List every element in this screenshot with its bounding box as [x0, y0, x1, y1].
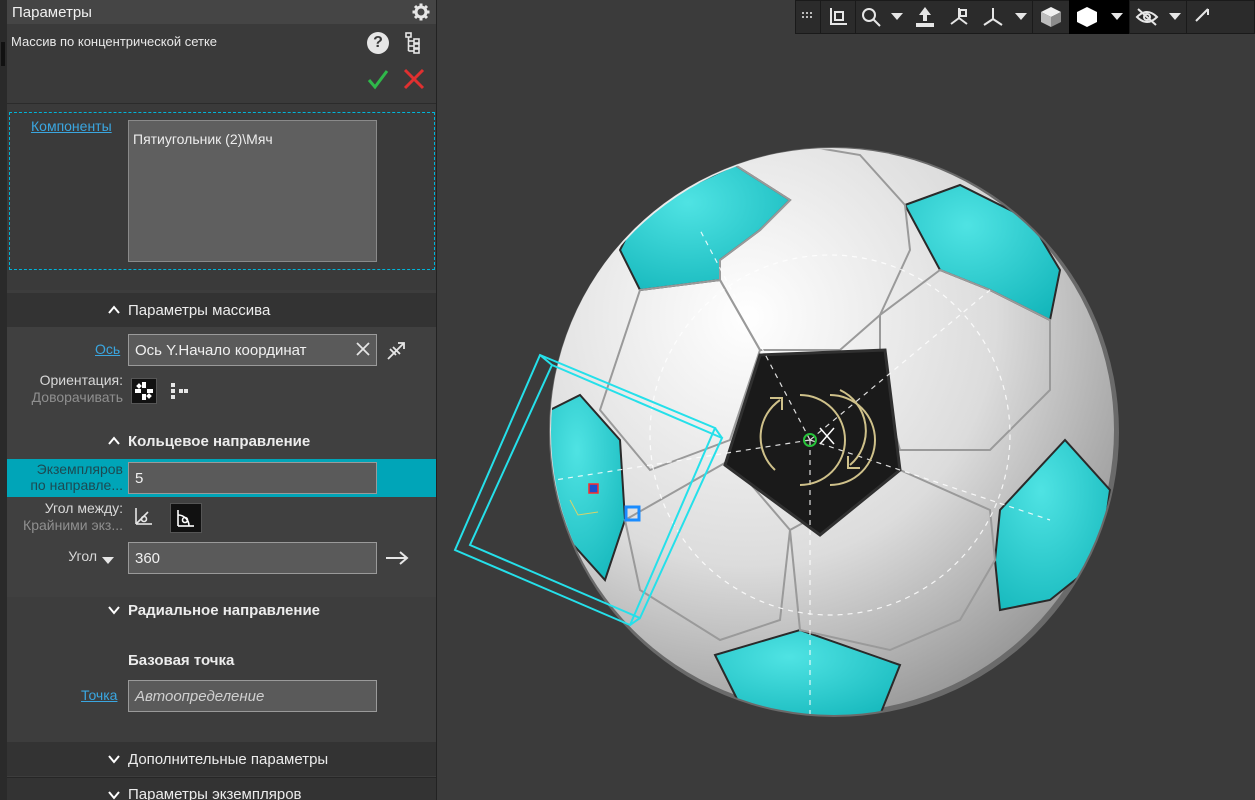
section-radial-direction[interactable]: Радиальное направление — [7, 593, 436, 627]
point-link[interactable]: Точка — [81, 687, 117, 703]
angle-field[interactable]: 360 — [128, 542, 377, 574]
section-label: Параметры экземпляров — [128, 786, 302, 800]
orientation-label: Ориентация: — [39, 372, 123, 388]
angle-step-icon[interactable] — [131, 503, 157, 529]
gear-icon[interactable] — [412, 3, 430, 21]
shaded-cube-icon[interactable] — [1033, 0, 1069, 34]
section-array-params[interactable]: Параметры массива — [7, 293, 436, 327]
panel-title: Параметры — [12, 3, 92, 21]
strip-mark — [1, 42, 5, 66]
components-link[interactable]: Компоненты — [31, 118, 112, 134]
help-icon[interactable]: ? — [367, 32, 389, 54]
instances-field[interactable]: 5 — [128, 462, 377, 494]
more-icon[interactable] — [1187, 0, 1221, 34]
viewport-3d[interactable] — [437, 34, 1255, 800]
frame-icon[interactable] — [821, 0, 855, 34]
operation-title: Массив по концентрической сетке — [11, 34, 218, 49]
solid-cube-icon[interactable] — [1069, 0, 1105, 34]
caret-down-icon[interactable] — [1010, 0, 1032, 34]
clear-icon[interactable] — [355, 341, 371, 361]
angle-total-icon[interactable] — [170, 503, 202, 533]
section-label: Параметры массива — [128, 301, 271, 319]
angle-value: 360 — [135, 549, 161, 567]
section-ring-direction[interactable]: Кольцевое направление — [7, 424, 436, 458]
point-field[interactable]: Автоопределение — [128, 680, 377, 712]
instances-value: 5 — [135, 469, 144, 487]
caret-down-icon[interactable] — [1164, 0, 1186, 34]
section-label: Кольцевое направление — [128, 432, 311, 450]
section-label: Дополнительные параметры — [128, 750, 329, 768]
angle-between-label: Угол между: — [44, 500, 123, 516]
close-icon[interactable] — [403, 68, 425, 90]
point-placeholder: Автоопределение — [135, 687, 265, 705]
orientation-parallel-icon[interactable] — [166, 378, 192, 404]
orientation-sub: Доворачивать — [31, 389, 123, 405]
zoom-icon[interactable] — [856, 0, 886, 34]
chevron-down-icon — [107, 788, 121, 800]
orientation-rotate-icon[interactable] — [131, 378, 157, 404]
orient-icon[interactable] — [908, 0, 942, 34]
app-window: Параметры Массив по концентрической сетк… — [0, 0, 1255, 800]
axis-field[interactable]: Ось Y.Начало координат — [128, 334, 377, 366]
section-instance-params[interactable]: Параметры экземпляров — [7, 777, 436, 800]
grip-icon[interactable] — [796, 0, 820, 34]
left-strip — [0, 0, 7, 800]
panel-header: Параметры — [7, 0, 436, 24]
chevron-up-icon — [107, 434, 121, 448]
ok-icon[interactable] — [367, 68, 389, 90]
axes-icon[interactable] — [976, 0, 1010, 34]
direction-arrow-icon[interactable] — [384, 545, 410, 571]
chevron-up-icon — [107, 303, 121, 317]
instances-label-sub: по направле... — [30, 477, 123, 493]
instances-label: Экземпляров — [36, 461, 123, 477]
angle-label: Угол — [68, 548, 97, 564]
components-list[interactable]: Пятиугольник (2)\Мяч — [128, 120, 377, 262]
tree-icon[interactable] — [405, 32, 423, 54]
section-extra-params[interactable]: Дополнительные параметры — [7, 742, 436, 776]
soccer-ball[interactable] — [545, 145, 1119, 720]
hide-icon[interactable] — [1130, 0, 1164, 34]
view-icon[interactable] — [942, 0, 976, 34]
pick-axis-icon[interactable] — [383, 338, 409, 364]
caret-down-icon[interactable] — [886, 0, 908, 34]
caret-down-icon[interactable] — [102, 552, 114, 570]
chevron-down-icon — [107, 752, 121, 766]
base-point-heading: Базовая точка — [128, 652, 235, 669]
view-toolbar — [795, 0, 1255, 34]
axis-marker — [588, 483, 599, 494]
caret-down-icon[interactable] — [1105, 0, 1129, 34]
parameters-panel: Параметры Массив по концентрической сетк… — [7, 0, 437, 800]
chevron-down-icon — [107, 603, 121, 617]
axis-link[interactable]: Ось — [95, 341, 120, 357]
section-label: Радиальное направление — [128, 601, 321, 619]
angle-between-sub: Крайними экз... — [23, 517, 123, 533]
axis-value: Ось Y.Начало координат — [135, 341, 307, 359]
